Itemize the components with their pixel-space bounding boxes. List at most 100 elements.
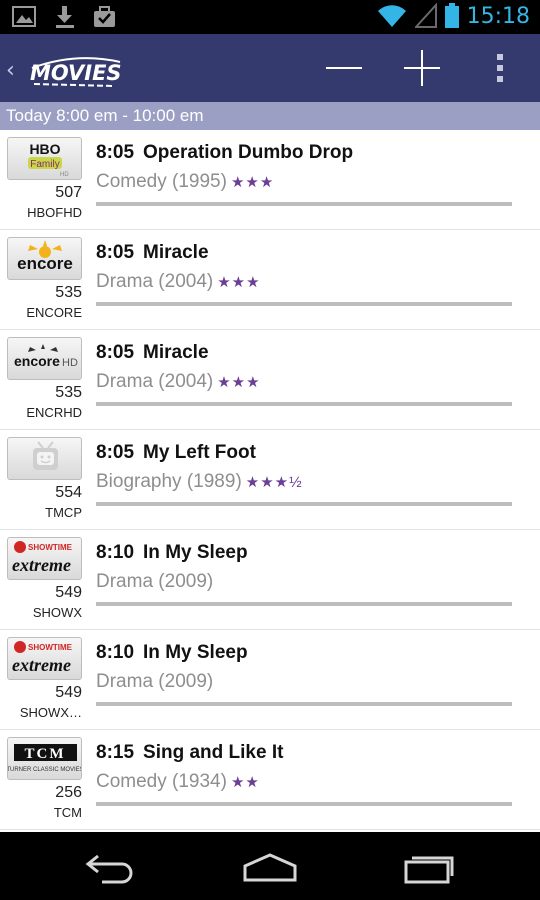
program-info: 8:10 In My Sleep Drama (2009) [96, 542, 516, 593]
back-nav-icon[interactable] [82, 850, 142, 884]
app-logo[interactable]: MOVIES [26, 48, 126, 90]
svg-text:HD: HD [60, 172, 69, 178]
image-icon [12, 5, 38, 29]
channel-number: 549 [55, 684, 82, 701]
program-info: 8:05 My Left Foot Biography (1989) ★★★½ [96, 442, 516, 493]
program-details: Comedy (1934) ★★ [96, 771, 516, 793]
progress-bar [96, 502, 512, 506]
program-genre: Biography [96, 471, 182, 492]
program-info: 8:05 Miracle Drama (2004) ★★★ [96, 342, 516, 393]
list-item[interactable]: HBO Family HD 507 HBOFHD 8:05 Operation D… [0, 130, 540, 230]
svg-text:extreme: extreme [12, 555, 71, 575]
channel-cell: 554 TMCP [0, 430, 90, 530]
program-year: (2004) [158, 371, 214, 392]
channel-logo-tcm: TCM TURNER CLASSIC MOVIES [7, 737, 82, 780]
zoom-out-button[interactable] [320, 50, 368, 86]
channel-call-sign: ENCRHD [26, 405, 82, 420]
program-info: 8:15 Sing and Like It Comedy (1934) ★★ [96, 742, 516, 793]
star-rating: ★★★ [217, 374, 261, 391]
system-icons: 15:18 [377, 3, 530, 29]
program-title: My Left Foot [143, 442, 256, 463]
program-genre: Drama [96, 671, 154, 692]
progress-bar [96, 202, 512, 206]
channel-number: 549 [55, 584, 82, 601]
program-title-line: 8:15 Sing and Like It [96, 742, 516, 764]
start-time: 8:05 [96, 342, 135, 363]
channel-logo-hbo-family-hd: HBO Family HD [7, 137, 82, 180]
overflow-menu-button[interactable] [484, 50, 518, 86]
action-bar: ‹ MOVIES [0, 34, 540, 102]
progress-bar [96, 302, 512, 306]
list-item[interactable]: 554 TMCP 8:05 My Left Foot Biography (198… [0, 430, 540, 530]
progress-bar [96, 602, 512, 606]
recent-apps-icon[interactable] [400, 850, 460, 884]
battery-icon [444, 3, 459, 28]
progress-bar [96, 802, 512, 806]
program-year: (1989) [186, 471, 242, 492]
program-title: Operation Dumbo Drop [143, 142, 354, 163]
svg-text:SHOWTIME: SHOWTIME [28, 543, 73, 552]
program-genre: Drama [96, 371, 154, 392]
svg-text:Family: Family [30, 159, 59, 170]
program-genre: Drama [96, 571, 154, 592]
svg-text:SHOWTIME: SHOWTIME [28, 643, 73, 652]
program-title-line: 8:10 In My Sleep [96, 642, 516, 664]
program-title-line: 8:05 Operation Dumbo Drop [96, 142, 516, 164]
start-time: 8:10 [96, 642, 135, 663]
program-details: Drama (2009) [96, 671, 516, 693]
listings-list: HBO Family HD 507 HBOFHD 8:05 Operation D… [0, 130, 540, 832]
channel-number: 256 [55, 784, 82, 801]
up-navigation-icon[interactable]: ‹ [6, 58, 15, 83]
program-details: Drama (2009) [96, 571, 516, 593]
zoom-in-button[interactable] [398, 50, 446, 86]
program-title-line: 8:05 My Left Foot [96, 442, 516, 464]
progress-bar [96, 402, 512, 406]
channel-call-sign: ENCORE [26, 305, 82, 320]
program-genre: Comedy [96, 171, 167, 192]
channel-cell: TCM TURNER CLASSIC MOVIES 256 TCM [0, 730, 90, 830]
channel-number: 507 [55, 184, 82, 201]
program-info: 8:10 In My Sleep Drama (2009) [96, 642, 516, 693]
channel-logo-encore: encore [7, 237, 82, 280]
svg-text:encore: encore [14, 353, 60, 369]
list-item[interactable]: SHOWTIME extreme 549 SHOWX… 8:10 In My Sl… [0, 630, 540, 730]
channel-cell: HBO Family HD 507 HBOFHD [0, 130, 90, 230]
program-details: Drama (2004) ★★★ [96, 271, 516, 293]
list-item[interactable]: SHOWTIME extreme 549 SHOWX 8:10 In My Sle… [0, 530, 540, 630]
list-item[interactable]: TCM TURNER CLASSIC MOVIES 256 TCM 8:15 Si… [0, 730, 540, 830]
program-details: Drama (2004) ★★★ [96, 371, 516, 393]
svg-text:extreme: extreme [12, 655, 71, 675]
star-rating: ★★ [230, 774, 260, 791]
program-title: Sing and Like It [143, 742, 284, 763]
channel-call-sign: TCM [53, 805, 82, 820]
home-nav-icon[interactable] [240, 850, 300, 884]
svg-text:encore: encore [17, 254, 73, 273]
progress-bar [96, 702, 512, 706]
program-title: Miracle [143, 342, 209, 363]
svg-text:HD: HD [62, 357, 78, 369]
clock: 15:18 [466, 3, 530, 29]
program-details: Biography (1989) ★★★½ [96, 471, 516, 493]
program-title-line: 8:10 In My Sleep [96, 542, 516, 564]
channel-call-sign: TMCP [45, 505, 82, 520]
svg-text:HBO: HBO [29, 141, 60, 157]
channel-logo-encore-hd: encore HD [7, 337, 82, 380]
start-time: 8:05 [96, 142, 135, 163]
time-range-header: Today 8:00 em - 10:00 em [0, 102, 540, 130]
channel-call-sign: HBOFHD [27, 205, 82, 220]
channel-cell: encore 535 ENCORE [0, 230, 90, 330]
channel-number: 535 [55, 384, 82, 401]
program-genre: Comedy [96, 771, 167, 792]
channel-cell: SHOWTIME extreme 549 SHOWX [0, 530, 90, 630]
program-year: (2004) [158, 271, 214, 292]
list-item[interactable]: encore HD 535 ENCRHD 8:05 Miracle Drama (… [0, 330, 540, 430]
program-year: (1934) [172, 771, 227, 792]
briefcase-check-icon [92, 5, 118, 29]
tv-icon [7, 437, 82, 480]
program-year: (1995) [172, 171, 227, 192]
program-info: 8:05 Operation Dumbo Drop Comedy (1995) ★★… [96, 142, 516, 193]
star-rating: ★★★½ [245, 474, 303, 491]
program-title: In My Sleep [143, 542, 248, 563]
list-item[interactable]: encore 535 ENCORE 8:05 Miracle Drama (200… [0, 230, 540, 330]
channel-logo-showtime-extreme: SHOWTIME extreme [7, 637, 82, 680]
